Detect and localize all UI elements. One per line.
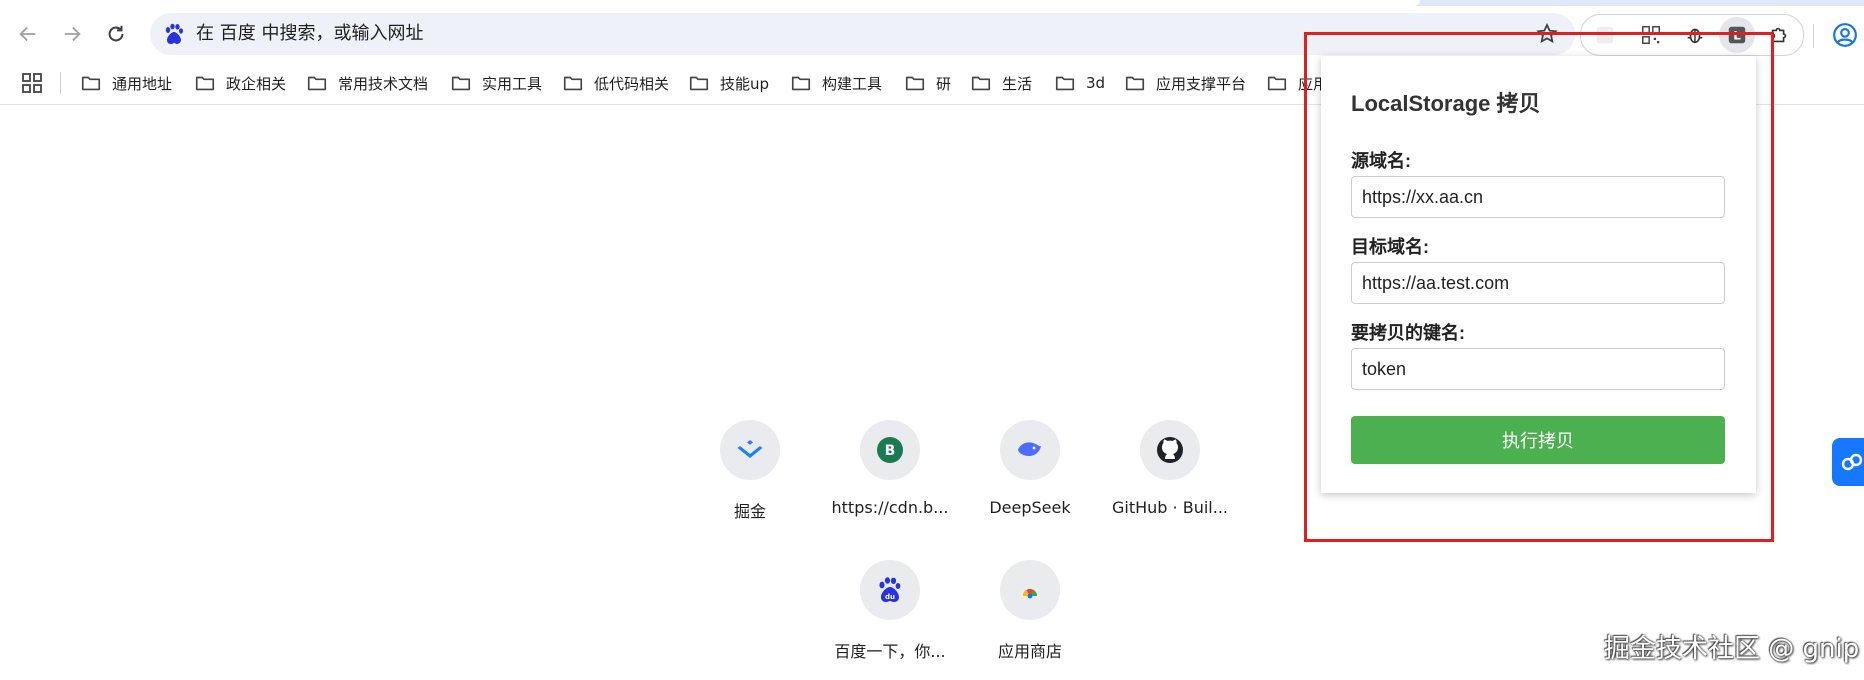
bookmark-star-icon[interactable] [1535, 22, 1559, 46]
bookmark-folder[interactable]: 应用 [1266, 62, 1328, 104]
bookmark-label: 常用技术文档 [338, 74, 429, 93]
shortcut-label: 掘金 [733, 502, 766, 521]
extensions-menu-button[interactable] [1765, 21, 1793, 49]
github-icon [1140, 420, 1200, 480]
shortcut-label: 百度一下，你... [834, 642, 946, 661]
forward-button[interactable] [54, 16, 90, 52]
apps-grid-icon[interactable] [20, 71, 44, 95]
reload-icon [108, 25, 124, 42]
back-button[interactable] [10, 16, 46, 52]
target-domain-label: 目标域名: [1351, 237, 1429, 257]
folder-icon [451, 76, 471, 91]
reload-button[interactable] [98, 16, 134, 52]
profile-icon[interactable] [1832, 22, 1858, 48]
link-icon [1841, 453, 1863, 471]
popup-title: LocalStorage 拷贝 [1351, 91, 1541, 116]
bookmark-label: 应用支撑平台 [1156, 74, 1247, 93]
folder-icon [307, 76, 327, 91]
letter-l-icon: L [1728, 26, 1746, 44]
extension-popup: LocalStorage 拷贝 源域名: 目标域名: 要拷贝的键名: 执行拷贝 [1321, 56, 1756, 493]
watermark: 掘金技术社区 @ gnip [1604, 634, 1860, 664]
key-name-label: 要拷贝的键名: [1351, 323, 1465, 343]
bookmark-folder[interactable]: 研 [904, 62, 951, 104]
folder-icon [81, 76, 101, 91]
shortcut-label: 应用商店 [997, 642, 1062, 661]
bookmark-label: 低代码相关 [594, 74, 670, 93]
bug-icon [1687, 28, 1703, 44]
bookmark-label: 生活 [1002, 74, 1033, 93]
folder-icon [791, 76, 811, 91]
folder-icon [563, 76, 583, 91]
shortcut-label: DeepSeek [989, 498, 1071, 517]
shortcut-tile[interactable]: 掘金 [685, 420, 815, 522]
bookmark-folder[interactable]: 实用工具 [450, 62, 542, 104]
folder-icon [1055, 76, 1075, 91]
target-domain-input[interactable] [1351, 262, 1725, 304]
bookmark-label: 实用工具 [482, 74, 543, 93]
juejin-icon [720, 420, 780, 480]
folder-icon [689, 76, 709, 91]
bookmark-label: 构建工具 [822, 74, 883, 93]
bookmark-folder[interactable]: 通用地址 [80, 62, 172, 104]
address-bar-text: 在 百度 中搜索，或输入网址 [196, 23, 424, 44]
folder-icon [1125, 76, 1145, 91]
puzzle-icon [1771, 27, 1787, 43]
blank-extension-icon [1596, 26, 1614, 44]
bookmark-label: 研 [936, 74, 952, 93]
source-domain-label: 源域名: [1351, 151, 1411, 171]
shortcut-label: https://cdn.b... [831, 498, 949, 517]
shortcut-label: GitHub · Buil... [1112, 498, 1228, 517]
folder-icon [195, 76, 215, 91]
extension-bug[interactable] [1681, 21, 1709, 49]
shortcut-tile[interactable]: 应用商店 [965, 560, 1095, 662]
address-bar[interactable]: 在 百度 中搜索，或输入网址 [150, 13, 1575, 55]
extension-letter: L [1733, 29, 1741, 43]
baidu-paw-icon [165, 23, 183, 44]
folder-icon [1267, 76, 1287, 91]
bookmarks-separator [60, 72, 61, 94]
shortcut-tile[interactable]: Bhttps://cdn.b... [825, 420, 955, 517]
bookmark-label: 3d [1086, 74, 1106, 92]
toolbar-divider [1813, 24, 1814, 48]
folder-icon [971, 76, 991, 91]
arrow-right-icon [64, 26, 81, 42]
qr-code-icon [1642, 26, 1660, 44]
bookmark-folder[interactable]: 低代码相关 [562, 62, 669, 104]
bookmark-label: 政企相关 [226, 74, 287, 93]
extensions-area: L [1580, 14, 1804, 56]
bookmark-folder[interactable]: 3d [1054, 62, 1105, 104]
arrow-left-icon [19, 26, 36, 42]
extension-blank[interactable] [1591, 21, 1619, 49]
bookmark-folder[interactable]: 常用技术文档 [306, 62, 428, 104]
shortcut-tile[interactable]: GitHub · Buil... [1105, 420, 1235, 517]
shortcut-letter: B [885, 443, 896, 459]
extension-qr[interactable] [1637, 21, 1665, 49]
deepseek-whale-icon [1000, 420, 1060, 480]
browser-toolbar: 在 百度 中搜索，或输入网址 L [0, 6, 1864, 62]
bookmark-folder[interactable]: 技能up [688, 62, 769, 104]
side-floating-button[interactable] [1832, 438, 1864, 486]
bookmark-label: 技能up [720, 74, 770, 93]
shortcut-tile[interactable]: DeepSeek [965, 420, 1095, 517]
chrome-web-store-icon [1000, 560, 1060, 620]
bookmark-folder[interactable]: 构建工具 [790, 62, 882, 104]
shortcut-tile[interactable]: du 百度一下，你... [825, 560, 955, 662]
bookmark-folder[interactable]: 应用支撑平台 [1124, 62, 1246, 104]
shortcut-text: du [885, 593, 895, 601]
source-domain-input[interactable] [1351, 176, 1725, 218]
key-name-input[interactable] [1351, 348, 1725, 390]
baidu-icon: du [860, 560, 920, 620]
folder-icon [905, 76, 925, 91]
bookmark-label: 通用地址 [112, 74, 173, 93]
extension-localstorage-copy[interactable]: L [1719, 17, 1755, 53]
execute-copy-button[interactable]: 执行拷贝 [1351, 416, 1725, 464]
bookmark-folder[interactable]: 生活 [970, 62, 1032, 104]
bookmark-folder[interactable]: 政企相关 [194, 62, 286, 104]
letter-b-icon: B [860, 420, 920, 480]
